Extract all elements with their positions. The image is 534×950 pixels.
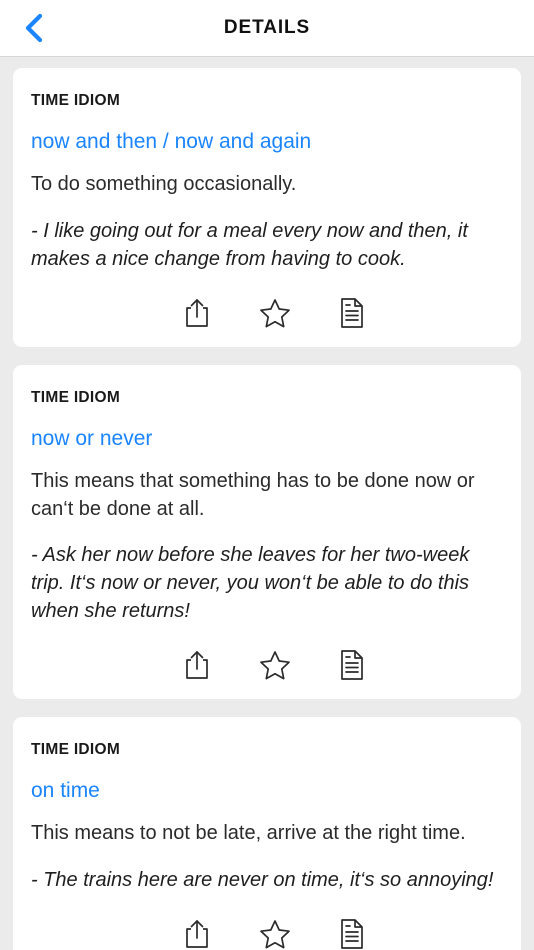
document-icon <box>339 918 365 950</box>
favorite-button[interactable] <box>257 916 293 950</box>
idiom-example: - The trains here are never on time, it‘… <box>31 868 494 891</box>
idiom-card: TIME IDIOM now or never This means that … <box>13 364 521 700</box>
back-button[interactable] <box>8 0 60 56</box>
page-title: DETAILS <box>223 17 311 38</box>
card-action-row <box>31 295 503 331</box>
star-outline-icon <box>259 918 291 950</box>
idiom-definition: This means to not be late, arrive at the… <box>31 822 466 845</box>
share-icon <box>183 649 211 681</box>
share-icon <box>183 918 211 950</box>
share-button[interactable] <box>181 916 213 950</box>
idiom-example: - Ask her now before she leaves for her … <box>31 544 470 623</box>
app-header: DETAILS <box>0 0 534 57</box>
card-category-label: TIME IDIOM <box>31 741 121 759</box>
idiom-example: - I like going out for a meal every now … <box>31 219 468 270</box>
card-action-row <box>31 916 503 950</box>
card-action-row <box>31 647 503 683</box>
star-outline-icon <box>259 297 291 329</box>
idiom-card: TIME IDIOM on time This means to not be … <box>13 717 521 950</box>
card-category-label: TIME IDIOM <box>31 92 121 109</box>
favorite-button[interactable] <box>257 295 293 331</box>
share-button[interactable] <box>181 647 213 683</box>
card-category-label: TIME IDIOM <box>31 388 121 406</box>
idiom-card: TIME IDIOM now and then / now and again … <box>13 68 521 347</box>
note-button[interactable] <box>337 295 367 331</box>
idiom-term[interactable]: on time <box>31 778 503 803</box>
share-icon <box>183 297 211 329</box>
idiom-term[interactable]: now and then / now and again <box>31 129 503 154</box>
document-icon <box>339 297 365 329</box>
idiom-definition: This means that something has to be done… <box>31 469 475 520</box>
idiom-definition: To do something occasionally. <box>31 173 297 196</box>
star-outline-icon <box>259 649 291 681</box>
note-button[interactable] <box>337 647 367 683</box>
idiom-term[interactable]: now or never <box>31 426 503 451</box>
document-icon <box>339 649 365 681</box>
details-scroll-area[interactable]: TIME IDIOM now and then / now and again … <box>0 58 534 950</box>
note-button[interactable] <box>337 916 367 950</box>
favorite-button[interactable] <box>257 647 293 683</box>
chevron-left-icon <box>23 13 45 43</box>
share-button[interactable] <box>181 295 213 331</box>
